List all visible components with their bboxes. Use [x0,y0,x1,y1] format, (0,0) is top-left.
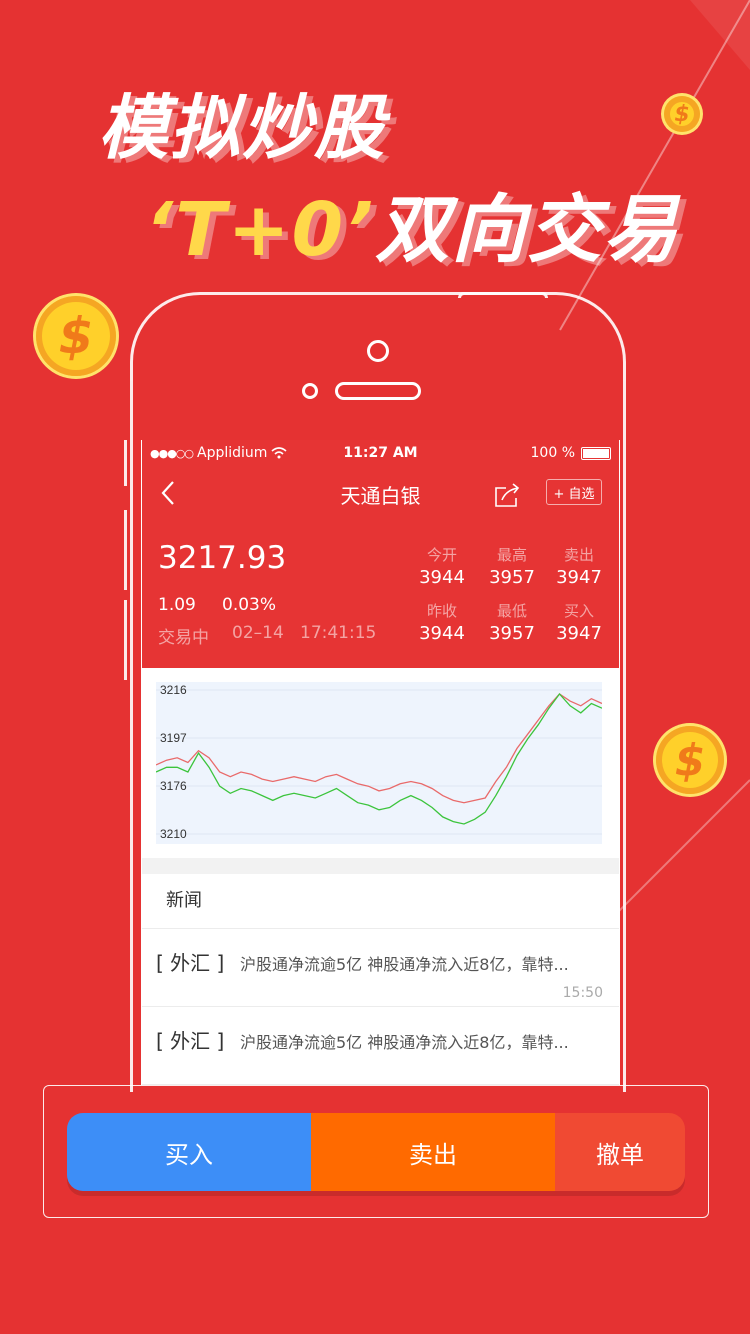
status-time: 11:27 AM [343,445,418,461]
add-favorite-button[interactable]: + 自选 [546,479,602,505]
news-item[interactable]: [ 外汇 ] 沪股通净流逾5亿 神股通净流入近8亿，靠特... [142,1007,619,1085]
trade-date: 02–14 [232,623,284,643]
quote-value: 3947 [556,623,602,644]
app-screen: ●●●○○ Applidium 11:27 AM 100 % 天通白银 + 自选… [141,440,620,1085]
coin-icon: $ [36,296,116,376]
quote-value: 3944 [419,567,465,588]
price-change-percent: 0.03% [222,595,277,615]
y-tick-label: 3210 [160,827,187,841]
quote-label: 最低 [496,602,527,620]
section-divider [142,858,619,874]
quote-value: 3957 [489,623,535,644]
quote-value: 3947 [556,567,602,588]
quote-value: 3957 [489,567,535,588]
phone-volume-up [124,510,127,590]
share-icon[interactable] [492,480,522,510]
quote-value: 3944 [419,623,465,644]
action-buttons: 买入 卖出 撤单 [67,1113,685,1191]
back-icon[interactable] [154,478,184,508]
price-chart-svg: 3216 3197 3176 3210 [156,682,602,844]
dollar-icon: $ [674,734,706,786]
nav-bar: 天通白银 + 自选 [142,466,619,522]
phone-mute-button [124,440,127,486]
quote-label: 今开 [426,546,457,564]
quote-open: 今开 3944 [412,544,472,588]
promo-headline-quote: ‘T+0’ [145,187,376,273]
price-chart[interactable]: 3216 3197 3176 3210 [142,668,619,858]
news-headline: 沪股通净流逾5亿 神股通净流入近8亿，靠特... [240,1033,569,1052]
phone-camera [367,340,389,362]
quote-ask: 卖出 3947 [549,544,609,588]
quote-bid: 买入 3947 [549,600,609,644]
coin-icon: $ [664,96,700,132]
quote-label: 卖出 [563,546,594,564]
y-tick-label: 3176 [160,779,187,793]
news-tag: [ 外汇 ] [156,951,225,975]
current-price: 3217.93 [158,540,287,576]
y-tick-label: 3216 [160,683,187,697]
quote-label: 昨收 [426,602,457,620]
promo-headline-2: ‘T+0’双向交易 [145,170,679,277]
news-time: 15:50 [562,985,603,1001]
phone-volume-down [124,600,127,680]
cancel-order-button[interactable]: 撤单 [555,1113,685,1191]
status-bar: ●●●○○ Applidium 11:27 AM 100 % [142,440,619,466]
phone-speaker [335,382,421,400]
phone-sensor [302,383,318,399]
y-tick-label: 3197 [160,731,187,745]
price-change: 1.09 [158,595,196,615]
news-item[interactable]: [ 外汇 ] 沪股通净流逾5亿 神股通净流入近8亿，靠特... 15:50 [142,929,619,1007]
quote-low: 最低 3957 [482,600,542,644]
news-headline: 沪股通净流逾5亿 神股通净流入近8亿，靠特... [240,955,569,974]
sell-button[interactable]: 卖出 [311,1113,555,1191]
quote-label: 最高 [496,546,527,564]
buy-button[interactable]: 买入 [67,1113,311,1191]
trade-time: 17:41:15 [300,623,377,643]
news-tag: [ 外汇 ] [156,1029,225,1053]
phone-power-button [458,292,548,298]
trading-status: 交易中 [158,628,209,648]
battery-icon [581,446,611,460]
quote-label: 买入 [563,602,594,620]
dollar-icon: $ [674,101,690,127]
quote-header: ●●●○○ Applidium 11:27 AM 100 % 天通白银 + 自选… [142,440,619,668]
news-header: 新闻 [142,874,619,929]
quote-prev-close: 昨收 3944 [412,600,472,644]
dollar-icon: $ [58,307,94,365]
coin-icon: $ [656,726,724,794]
quote-high: 最高 3957 [482,544,542,588]
promo-headline-text: 双向交易 [375,187,680,273]
promo-headline-1: 模拟炒股 [98,87,386,169]
chart-plot-area [156,682,602,844]
